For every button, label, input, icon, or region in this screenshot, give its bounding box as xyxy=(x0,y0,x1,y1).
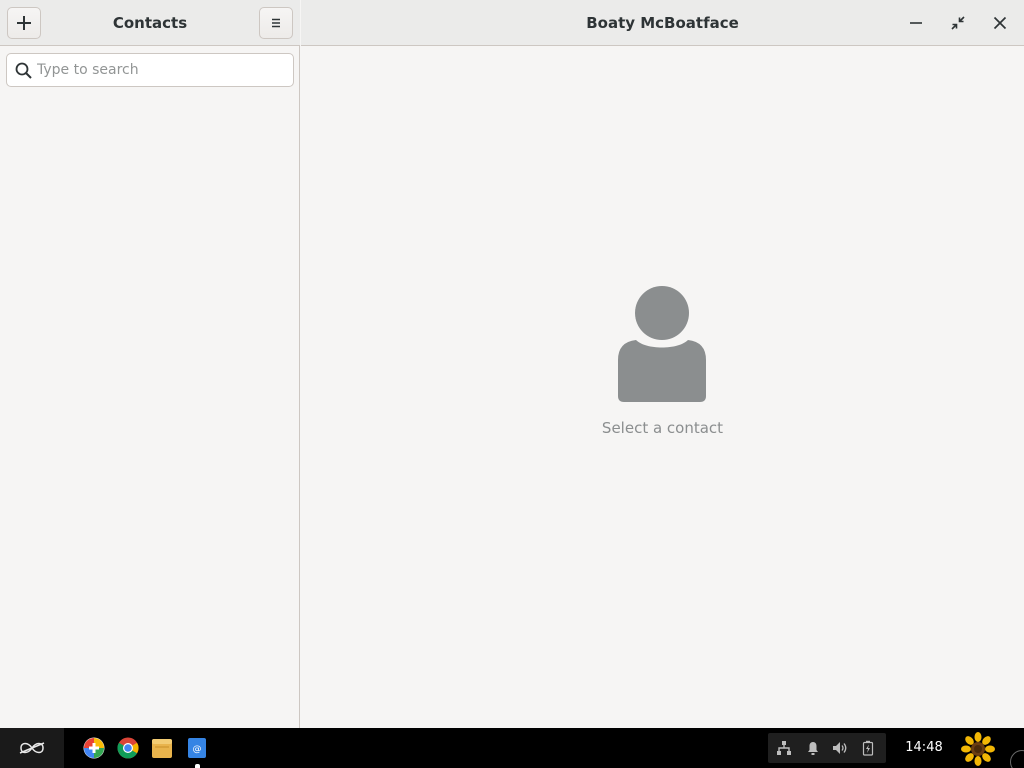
empty-state-text: Select a contact xyxy=(601,419,724,437)
hamburger-icon xyxy=(272,18,280,28)
svg-text:@: @ xyxy=(193,745,202,755)
battery-icon[interactable] xyxy=(860,740,876,756)
close-icon xyxy=(993,16,1007,30)
corner-indicator xyxy=(1010,750,1024,768)
chrome-icon[interactable] xyxy=(117,737,139,759)
sunflower-icon[interactable] xyxy=(961,732,995,766)
search-field[interactable] xyxy=(6,53,294,87)
add-contact-button[interactable] xyxy=(7,7,41,39)
restore-icon xyxy=(951,16,965,30)
infinity-icon xyxy=(19,742,45,754)
person-icon xyxy=(618,286,706,402)
taskbar: @ 14:48 xyxy=(0,728,1024,768)
contacts-window: Contacts Boaty McBoatface xyxy=(0,0,1024,728)
network-icon[interactable] xyxy=(776,740,792,756)
notification-icon[interactable] xyxy=(805,740,821,756)
plus-icon xyxy=(17,16,31,30)
volume-icon[interactable] xyxy=(832,740,848,756)
app-grid-icon[interactable] xyxy=(83,737,105,759)
contacts-icon[interactable]: @ xyxy=(186,737,208,759)
sidebar-header: Contacts xyxy=(0,0,300,46)
sidebar: Contacts xyxy=(0,0,300,728)
empty-state: Select a contact xyxy=(301,47,1024,728)
main-header: Boaty McBoatface xyxy=(301,0,1024,46)
system-tray[interactable] xyxy=(768,733,886,763)
search-icon xyxy=(15,62,32,79)
main-menu-button[interactable] xyxy=(259,7,293,39)
close-button[interactable] xyxy=(985,8,1015,38)
restore-button[interactable] xyxy=(943,8,973,38)
clock[interactable]: 14:48 xyxy=(900,728,948,768)
files-icon[interactable] xyxy=(151,737,173,759)
running-indicator xyxy=(195,764,200,768)
sidebar-title: Contacts xyxy=(112,14,188,32)
minimize-button[interactable] xyxy=(901,8,931,38)
minimize-icon xyxy=(910,22,922,24)
search-input[interactable] xyxy=(37,55,287,85)
launcher-button[interactable] xyxy=(0,728,64,768)
